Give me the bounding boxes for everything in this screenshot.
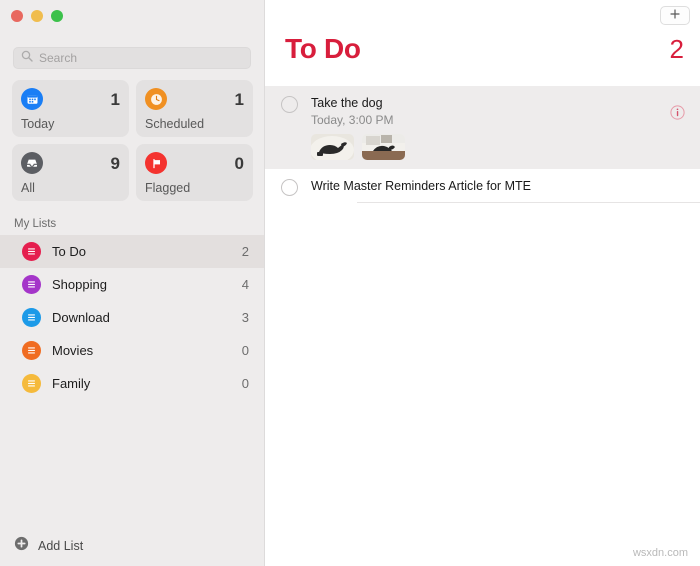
smart-list-flagged-top: 0 <box>145 152 244 174</box>
list-icon <box>22 374 41 393</box>
sidebar-item-count: 4 <box>241 277 249 292</box>
reminder-total-count: 2 <box>669 34 684 64</box>
sidebar-item-to-do[interactable]: To Do 2 <box>0 235 264 268</box>
smart-list-today-count: 1 <box>110 89 120 109</box>
plus-circle-icon <box>14 536 29 556</box>
clock-icon <box>145 88 167 110</box>
inbox-icon <box>21 152 43 174</box>
sidebar-item-label: Movies <box>52 343 94 358</box>
reminders-window: Search 1 Today 1 Scheduled 9 All 0 Flagg… <box>0 0 700 566</box>
smart-list-scheduled-count: 1 <box>234 89 244 109</box>
sidebar-item-label: Family <box>52 376 91 391</box>
dog-photo-1-thumbnail[interactable] <box>311 134 354 160</box>
sidebar-item-count: 3 <box>241 310 249 325</box>
smart-lists-grid: 1 Today 1 Scheduled 9 All 0 Flagged <box>12 80 253 201</box>
sidebar-item-family[interactable]: Family 0 <box>0 367 264 400</box>
sidebar-item-download[interactable]: Download 3 <box>0 301 264 334</box>
smart-list-flagged[interactable]: 0 Flagged <box>136 144 253 201</box>
add-reminder-button[interactable] <box>660 6 690 25</box>
smart-list-today-label: Today <box>21 117 55 131</box>
reminder-checkbox[interactable] <box>281 179 298 196</box>
page-title: To Do <box>285 33 361 64</box>
reminder-row[interactable]: Take the dog Today, 3:00 PM <box>265 86 700 169</box>
list-icon <box>22 341 41 360</box>
smart-list-today[interactable]: 1 Today <box>12 80 129 137</box>
sidebar-item-label: To Do <box>52 244 86 259</box>
sidebar-item-label: Download <box>52 310 110 325</box>
dog-photo-2-thumbnail[interactable] <box>362 134 405 160</box>
search-field[interactable]: Search <box>13 47 251 69</box>
reminder-body: Write Master Reminders Article for MTE <box>311 178 700 203</box>
plus-icon <box>669 7 681 25</box>
smart-list-scheduled-top: 1 <box>145 88 244 110</box>
reminder-due-date: Today, 3:00 PM <box>311 113 394 127</box>
list-icon <box>22 242 41 261</box>
calendar-icon <box>21 88 43 110</box>
reminder-body: Take the dog Today, 3:00 PM <box>311 95 700 169</box>
sidebar-item-shopping[interactable]: Shopping 4 <box>0 268 264 301</box>
smart-list-all-top: 9 <box>21 152 120 174</box>
reminder-title: Write Master Reminders Article for MTE <box>311 179 531 193</box>
window-controls <box>11 10 63 22</box>
search-box[interactable]: Search <box>13 47 251 69</box>
smart-list-today-top: 1 <box>21 88 120 110</box>
smart-list-all[interactable]: 9 All <box>12 144 129 201</box>
sidebar-item-count: 2 <box>241 244 249 259</box>
close-button[interactable] <box>11 10 23 22</box>
flag-icon <box>145 152 167 174</box>
zoom-button[interactable] <box>51 10 63 22</box>
sidebar-item-movies[interactable]: Movies 0 <box>0 334 264 367</box>
reminder-separator <box>357 202 700 203</box>
list-icon <box>22 308 41 327</box>
main-content: To Do 2 Take the dog Today, 3:00 PM Writ… <box>265 0 700 566</box>
smart-list-scheduled-label: Scheduled <box>145 117 205 131</box>
user-lists: To Do 2 Shopping 4 Download 3 Movies 0 F… <box>0 235 264 400</box>
reminder-attachments <box>311 134 700 160</box>
add-list-label: Add List <box>38 539 84 553</box>
smart-list-flagged-count: 0 <box>234 153 244 173</box>
add-list-button[interactable]: Add List <box>14 536 83 556</box>
list-header: To Do 2 <box>285 33 684 65</box>
sidebar: Search 1 Today 1 Scheduled 9 All 0 Flagg… <box>0 0 265 566</box>
reminder-title: Take the dog <box>311 96 383 110</box>
smart-list-all-count: 9 <box>110 153 120 173</box>
my-lists-header: My Lists <box>14 218 57 230</box>
reminder-list: Take the dog Today, 3:00 PM Write Master… <box>265 86 700 203</box>
smart-list-flagged-label: Flagged <box>145 181 191 195</box>
sidebar-item-count: 0 <box>241 376 249 391</box>
search-placeholder: Search <box>39 51 78 65</box>
watermark: wsxdn.com <box>632 547 688 559</box>
reminder-checkbox[interactable] <box>281 96 298 113</box>
smart-list-scheduled[interactable]: 1 Scheduled <box>136 80 253 137</box>
smart-list-all-label: All <box>21 181 35 195</box>
search-icon <box>21 49 39 67</box>
sidebar-item-count: 0 <box>241 343 249 358</box>
reminder-row[interactable]: Write Master Reminders Article for MTE <box>265 169 700 203</box>
info-icon[interactable] <box>670 105 685 125</box>
sidebar-item-label: Shopping <box>52 277 107 292</box>
list-icon <box>22 275 41 294</box>
minimize-button[interactable] <box>31 10 43 22</box>
